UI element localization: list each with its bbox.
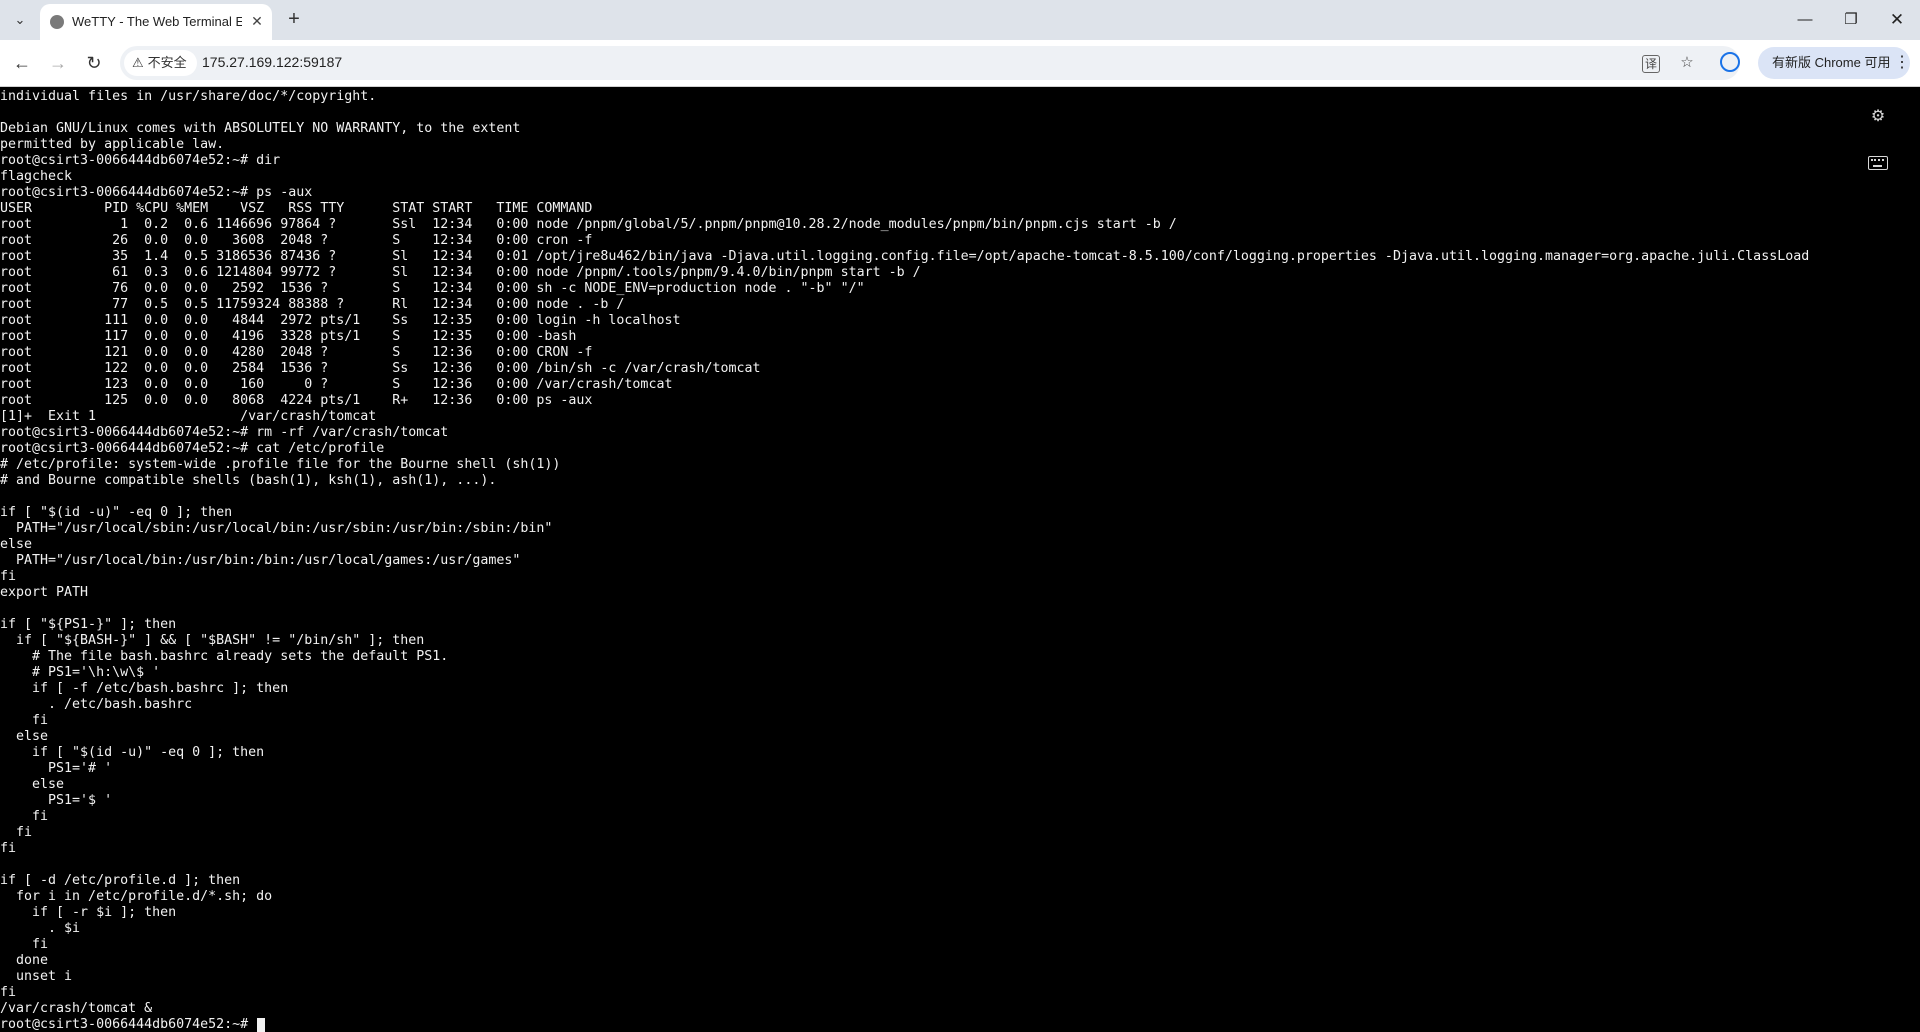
- terminal-line: permitted by applicable law.: [0, 137, 225, 152]
- keyboard-icon[interactable]: [1868, 156, 1888, 170]
- terminal-output[interactable]: individual files in /usr/share/doc/*/cop…: [0, 87, 1920, 1032]
- terminal-line: root 122 0.0 0.0 2584 1536 ? Ss 12:36 0:…: [0, 361, 761, 376]
- terminal-line: root 123 0.0 0.0 160 0 ? S 12:36 0:00 /v…: [0, 377, 673, 392]
- terminal-line: if [ -r $i ]; then: [0, 905, 177, 920]
- terminal-line: . /etc/bash.bashrc: [0, 697, 193, 712]
- close-tab-icon[interactable]: ✕: [248, 12, 266, 30]
- terminal-line: unset i: [0, 969, 73, 984]
- tab-title: WeTTY - The Web Terminal E: [72, 14, 242, 29]
- terminal-line: # /etc/profile: system-wide .profile fil…: [0, 457, 561, 472]
- terminal-line: fi: [0, 825, 33, 840]
- terminal-line: fi: [0, 841, 17, 856]
- terminal-line: root@csirt3-0066444db6074e52:~# ps -aux: [0, 185, 313, 200]
- terminal-line: fi: [0, 985, 17, 1000]
- update-label: 有新版 Chrome 可用: [1772, 55, 1891, 70]
- terminal-line: flagcheck: [0, 169, 73, 184]
- terminal-line: . $i: [0, 921, 81, 936]
- reload-button[interactable]: ↻: [80, 49, 108, 77]
- new-tab-button[interactable]: +: [282, 8, 306, 32]
- terminal-line: root@csirt3-0066444db6074e52:~#: [0, 1017, 257, 1032]
- profile-icon[interactable]: [1720, 52, 1740, 72]
- terminal-line: /var/crash/tomcat &: [0, 1001, 153, 1016]
- settings-icon[interactable]: ⚙: [1867, 106, 1889, 128]
- more-menu-icon[interactable]: ⋮: [1894, 47, 1910, 79]
- terminal-line: fi: [0, 569, 17, 584]
- terminal-line: else: [0, 729, 49, 744]
- terminal-line: individual files in /usr/share/doc/*/cop…: [0, 89, 377, 104]
- translate-icon[interactable]: 译: [1642, 55, 1660, 73]
- terminal-line: # and Bourne compatible shells (bash(1),…: [0, 473, 497, 488]
- terminal-line: root 1 0.2 0.6 1146696 97864 ? Ssl 12:34…: [0, 217, 1177, 232]
- terminal-line: fi: [0, 713, 49, 728]
- chrome-update-button[interactable]: 有新版 Chrome 可用 ⋮: [1758, 47, 1910, 79]
- tab-wetty[interactable]: WeTTY - The Web Terminal E ✕: [40, 4, 272, 40]
- terminal-line: USER PID %CPU %MEM VSZ RSS TTY STAT STAR…: [0, 201, 593, 216]
- terminal-line: PATH="/usr/local/bin:/usr/bin:/bin:/usr/…: [0, 553, 521, 568]
- terminal-line: if [ "${BASH-}" ] && [ "$BASH" != "/bin/…: [0, 633, 425, 648]
- browser-toolbar: ← → ↻ ⚠ 不安全 175.27.169.122:59187 译 ☆ 有新版 …: [0, 40, 1920, 87]
- terminal-line: else: [0, 537, 33, 552]
- warning-icon: ⚠: [132, 55, 144, 70]
- terminal-line: root 111 0.0 0.0 4844 2972 pts/1 Ss 12:3…: [0, 313, 681, 328]
- restore-button[interactable]: ❐: [1828, 0, 1874, 40]
- globe-icon: [50, 15, 64, 29]
- terminal-line: # The file bash.bashrc already sets the …: [0, 649, 449, 664]
- terminal-line: for i in /etc/profile.d/*.sh; do: [0, 889, 273, 904]
- terminal-line: PS1='$ ': [0, 793, 113, 808]
- terminal-line: root 121 0.0 0.0 4280 2048 ? S 12:36 0:0…: [0, 345, 593, 360]
- forward-button[interactable]: →: [44, 49, 72, 77]
- terminal-line: else: [0, 777, 65, 792]
- terminal-line: root 77 0.5 0.5 11759324 88388 ? Rl 12:3…: [0, 297, 625, 312]
- minimize-button[interactable]: —: [1782, 0, 1828, 40]
- tab-strip: ⌄ WeTTY - The Web Terminal E ✕ + — ❐ ✕: [0, 0, 1920, 40]
- terminal-line: export PATH: [0, 585, 89, 600]
- terminal-line: # PS1='\h:\w\$ ': [0, 665, 161, 680]
- terminal-line: if [ -d /etc/profile.d ]; then: [0, 873, 241, 888]
- terminal-line: fi: [0, 937, 49, 952]
- terminal-line: [1]+ Exit 1 /var/crash/tomcat: [0, 409, 377, 424]
- terminal-line: root 117 0.0 0.0 4196 3328 pts/1 S 12:35…: [0, 329, 577, 344]
- terminal-line: root@csirt3-0066444db6074e52:~# cat /etc…: [0, 441, 385, 456]
- terminal-line: fi: [0, 809, 49, 824]
- terminal-line: if [ "$(id -u)" -eq 0 ]; then: [0, 745, 265, 760]
- terminal-line: if [ "${PS1-}" ]; then: [0, 617, 177, 632]
- terminal-line: PATH="/usr/local/sbin:/usr/local/bin:/us…: [0, 521, 553, 536]
- terminal-line: PS1='# ': [0, 761, 113, 776]
- terminal-line: done: [0, 953, 49, 968]
- close-window-button[interactable]: ✕: [1874, 0, 1920, 40]
- terminal-line: root 61 0.3 0.6 1214804 99772 ? Sl 12:34…: [0, 265, 921, 280]
- terminal-line: Debian GNU/Linux comes with ABSOLUTELY N…: [0, 121, 521, 136]
- back-button[interactable]: ←: [8, 49, 36, 77]
- terminal-line: root 76 0.0 0.0 2592 1536 ? S 12:34 0:00…: [0, 281, 865, 296]
- bookmark-star-icon[interactable]: ☆: [1676, 52, 1698, 74]
- terminal-line: if [ "$(id -u)" -eq 0 ]; then: [0, 505, 233, 520]
- terminal-line: root 35 1.4 0.5 3186536 87436 ? Sl 12:34…: [0, 249, 1810, 264]
- security-label: 不安全: [147, 55, 187, 70]
- terminal-line: root 125 0.0 0.0 8068 4224 pts/1 R+ 12:3…: [0, 393, 593, 408]
- terminal-cursor: [257, 1018, 266, 1032]
- url-text[interactable]: 175.27.169.122:59187: [202, 54, 342, 70]
- terminal-line: if [ -f /etc/bash.bashrc ]; then: [0, 681, 289, 696]
- security-chip[interactable]: ⚠ 不安全: [124, 50, 197, 76]
- terminal-line: root@csirt3-0066444db6074e52:~# dir: [0, 153, 281, 168]
- terminal-line: root 26 0.0 0.0 3608 2048 ? S 12:34 0:00…: [0, 233, 593, 248]
- terminal-line: root@csirt3-0066444db6074e52:~# rm -rf /…: [0, 425, 449, 440]
- address-bar[interactable]: ⚠ 不安全 175.27.169.122:59187 译 ☆: [120, 46, 1740, 80]
- tab-search-button[interactable]: ⌄: [8, 8, 32, 32]
